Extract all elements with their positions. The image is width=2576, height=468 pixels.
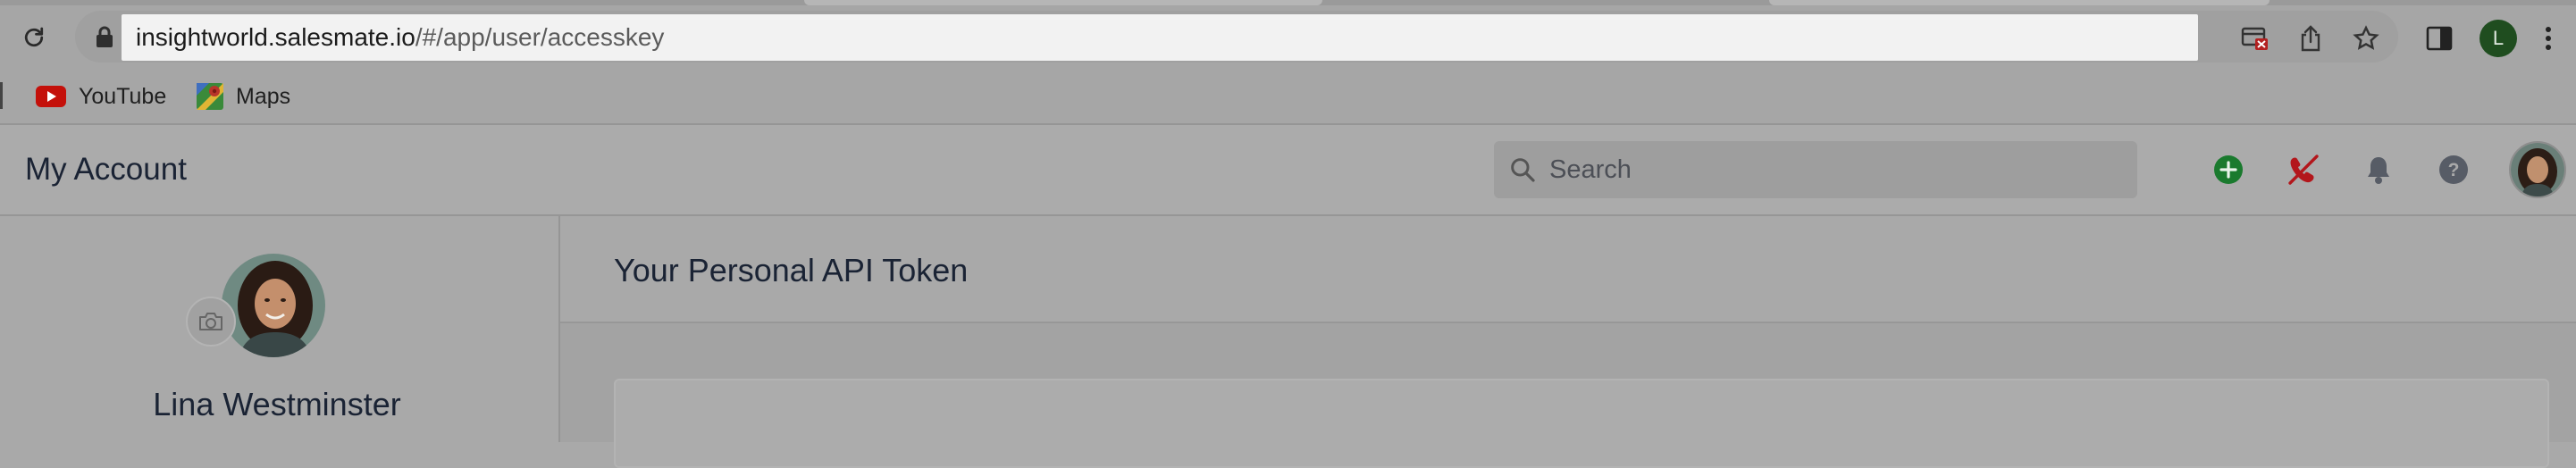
bookmark-label: Maps xyxy=(236,83,291,109)
bookmark-star-icon[interactable] xyxy=(2350,22,2382,54)
section-header: Your Personal API Token xyxy=(560,216,2576,323)
browser-menu-icon[interactable] xyxy=(2538,22,2559,54)
share-icon[interactable] xyxy=(2295,22,2327,54)
token-card xyxy=(614,379,2549,468)
user-name: Lina Westminster xyxy=(153,386,401,422)
reload-button[interactable] xyxy=(18,21,50,54)
profile-sidebar: Lina Westminster xyxy=(0,216,560,442)
main-content: Your Personal API Token xyxy=(560,216,2576,468)
bookmark-label: YouTube xyxy=(79,83,167,109)
add-icon[interactable] xyxy=(2211,152,2246,188)
bookmark-maps[interactable]: Maps xyxy=(197,79,290,114)
search-input[interactable] xyxy=(1548,154,2105,186)
url-host: insightworld.salesmate.io xyxy=(136,23,415,51)
side-panel-icon[interactable] xyxy=(2423,22,2455,54)
avatar[interactable] xyxy=(2509,141,2566,198)
youtube-icon xyxy=(36,86,66,107)
search-box[interactable] xyxy=(1494,141,2137,198)
tab-search-icon[interactable] xyxy=(2239,22,2271,54)
address-bar[interactable]: insightworld.salesmate.io/#/app/user/acc… xyxy=(122,14,2198,61)
bookmark-separator xyxy=(0,82,3,109)
bell-icon[interactable] xyxy=(2361,152,2396,188)
svg-text:?: ? xyxy=(2448,160,2460,180)
camera-icon xyxy=(199,313,222,330)
app-header: My Account ? xyxy=(0,125,2576,216)
help-icon[interactable]: ? xyxy=(2436,152,2471,188)
profile-initial: L xyxy=(2480,20,2517,57)
profile-photo xyxy=(222,254,325,357)
bookmark-youtube[interactable]: YouTube xyxy=(36,79,166,114)
phone-off-icon[interactable] xyxy=(2286,152,2321,188)
section-title: Your Personal API Token xyxy=(614,252,969,288)
page-title: My Account xyxy=(25,152,187,187)
reload-icon xyxy=(24,27,44,47)
lock-icon[interactable] xyxy=(95,25,116,48)
search-icon xyxy=(1506,154,1539,186)
profile-avatar-button[interactable]: L xyxy=(2479,19,2518,58)
url-path: /#/app/user/accesskey xyxy=(415,23,665,51)
bookmarks-bar: YouTube Maps xyxy=(0,68,2576,125)
maps-icon xyxy=(197,83,223,110)
browser-toolbar: insightworld.salesmate.io/#/app/user/acc… xyxy=(0,5,2576,68)
change-photo-button[interactable] xyxy=(186,297,236,347)
